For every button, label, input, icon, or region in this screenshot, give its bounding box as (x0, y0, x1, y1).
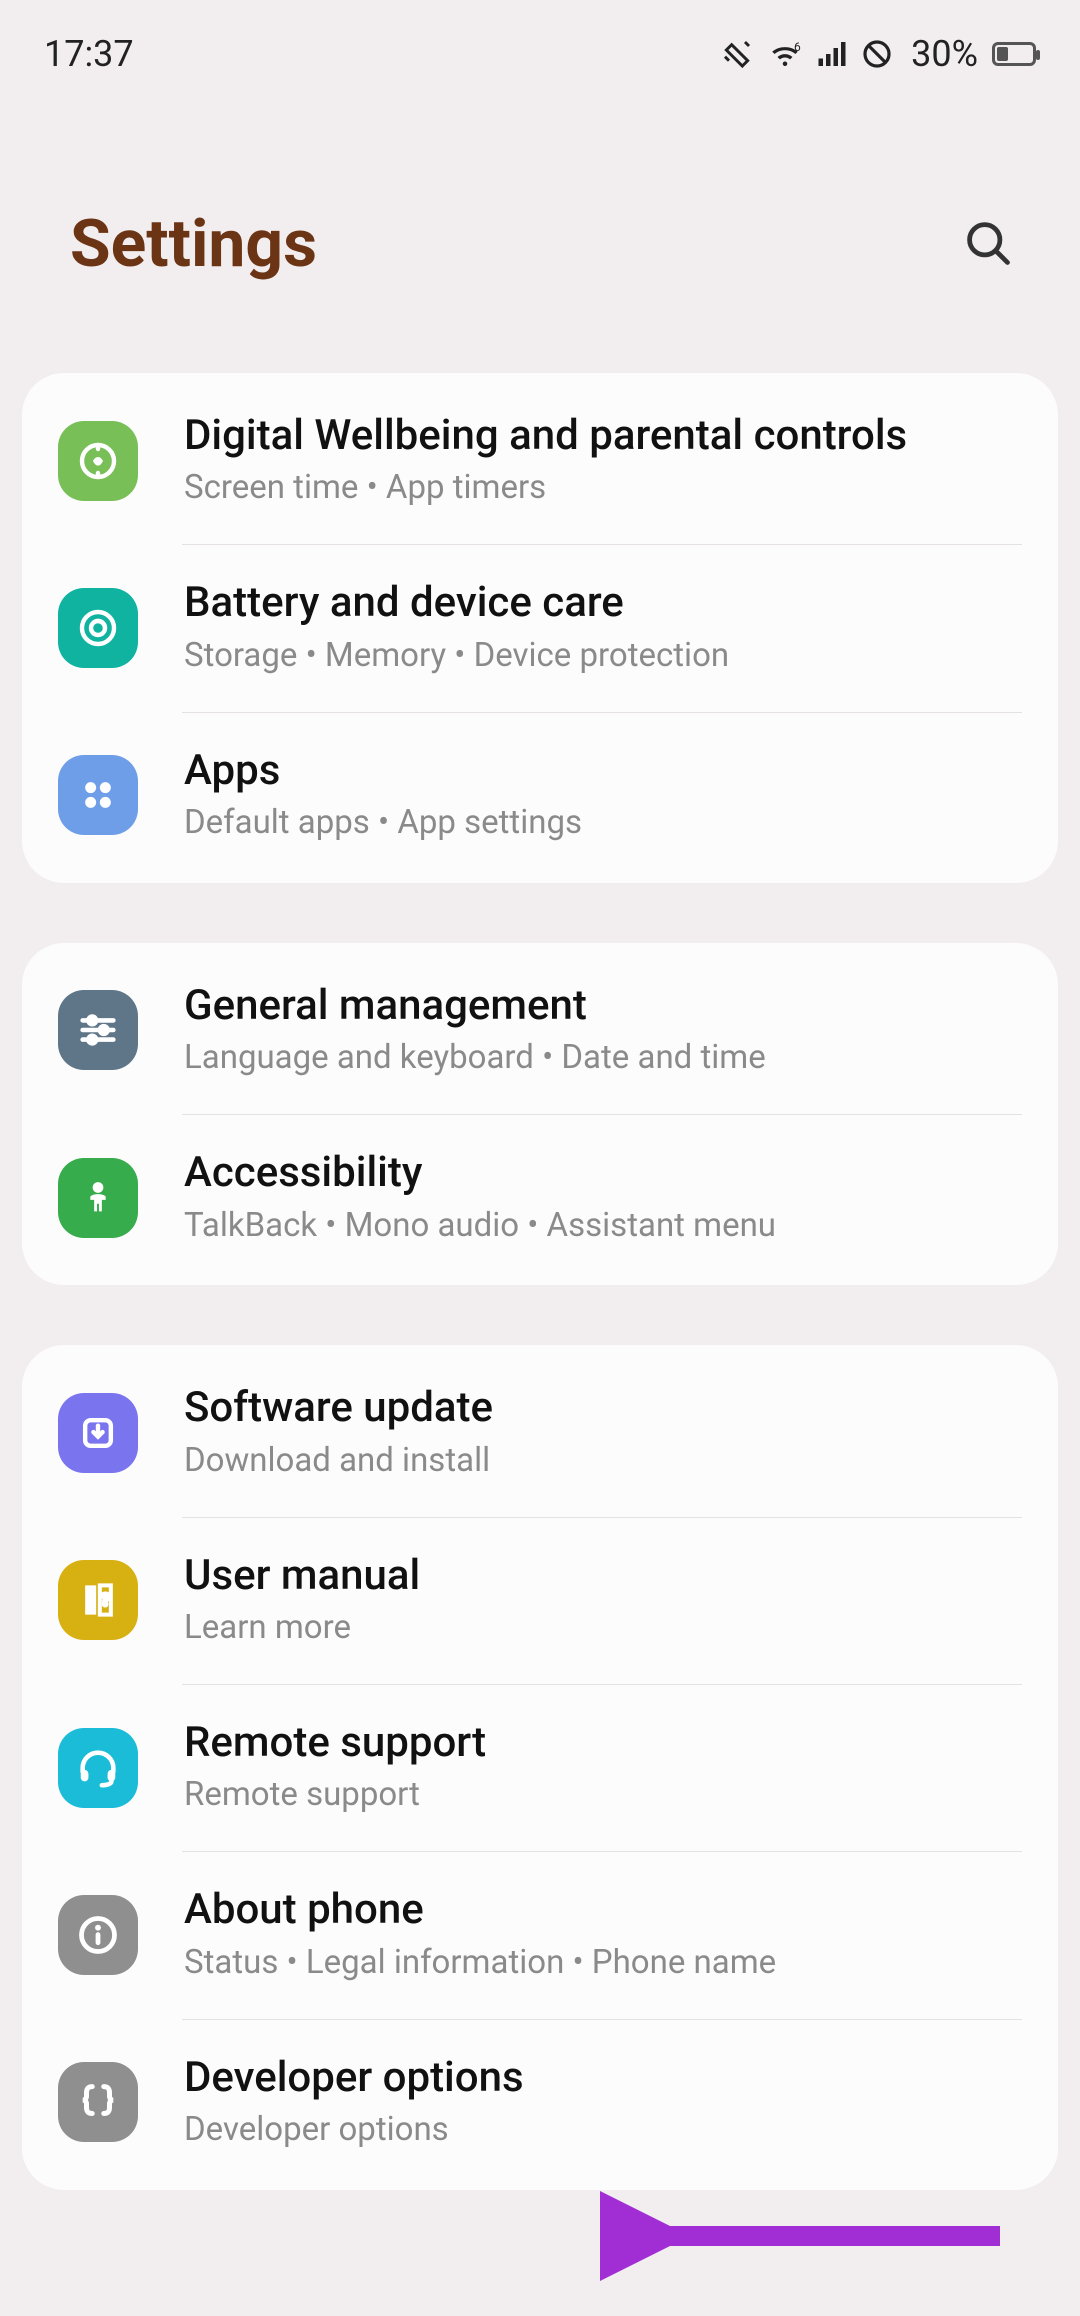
settings-item-subtitle: Language and keyboard • Date and time (184, 1037, 1022, 1080)
settings-item-title: User manual (184, 1551, 1022, 1601)
settings-item-subtitle: Download and install (184, 1440, 1022, 1483)
settings-item-title: Battery and device care (184, 578, 1022, 628)
settings-item-title: General management (184, 981, 1022, 1031)
annotation-arrow (600, 2186, 1020, 2290)
settings-item-subtitle: Screen time • App timers (184, 467, 1022, 510)
wellbeing-icon (58, 421, 138, 501)
headset-icon (58, 1728, 138, 1808)
dnd-icon (861, 38, 893, 70)
clock: 17:37 (44, 33, 134, 75)
settings-item-title: Remote support (184, 1718, 1022, 1768)
svg-text:?: ? (101, 1592, 109, 1611)
settings-item-title: Accessibility (184, 1148, 1022, 1198)
settings-item-remote-support[interactable]: Remote support Remote support (22, 1684, 1058, 1851)
settings-item-subtitle: Remote support (184, 1774, 1022, 1817)
settings-item-subtitle: Storage • Memory • Device protection (184, 635, 1022, 678)
book-icon: ? (58, 1560, 138, 1640)
settings-item-digital-wellbeing[interactable]: Digital Wellbeing and parental controls S… (22, 377, 1058, 544)
settings-item-subtitle: Learn more (184, 1607, 1022, 1650)
status-bar: 17:37 6 30% (0, 0, 1080, 96)
settings-item-title: Apps (184, 746, 1022, 796)
settings-item-subtitle: TalkBack • Mono audio • Assistant menu (184, 1205, 1022, 1248)
settings-item-software-update[interactable]: Software update Download and install (22, 1349, 1058, 1516)
battery-percentage: 30% (911, 33, 978, 75)
settings-item-subtitle: Default apps • App settings (184, 802, 1022, 845)
page-title: Settings (70, 206, 317, 283)
settings-item-apps[interactable]: Apps Default apps • App settings (22, 712, 1058, 879)
header: Settings (0, 96, 1080, 373)
search-icon (962, 217, 1014, 272)
update-icon (58, 1393, 138, 1473)
settings-item-about-phone[interactable]: About phone Status • Legal information • … (22, 1851, 1058, 2018)
settings-group: Software update Download and install? User… (22, 1345, 1058, 2189)
sliders-icon (58, 990, 138, 1070)
signal-icon (817, 40, 847, 68)
wifi-icon: 6 (767, 39, 803, 69)
settings-item-subtitle: Status • Legal information • Phone name (184, 1942, 1022, 1985)
settings-item-general-management[interactable]: General management Language and keyboard … (22, 947, 1058, 1114)
svg-text:6: 6 (794, 40, 801, 54)
braces-icon (58, 2062, 138, 2142)
info-icon (58, 1895, 138, 1975)
settings-item-accessibility[interactable]: Accessibility TalkBack • Mono audio • Ass… (22, 1114, 1058, 1281)
apps-icon (58, 755, 138, 835)
settings-group: General management Language and keyboard … (22, 943, 1058, 1286)
settings-item-title: Digital Wellbeing and parental controls (184, 411, 1022, 461)
status-icons: 6 30% (721, 33, 1036, 75)
settings-item-battery-device-care[interactable]: Battery and device care Storage • Memory … (22, 544, 1058, 711)
settings-item-title: Software update (184, 1383, 1022, 1433)
person-icon (58, 1158, 138, 1238)
device-care-icon (58, 588, 138, 668)
battery-icon (992, 42, 1036, 66)
settings-item-developer-options[interactable]: Developer options Developer options (22, 2019, 1058, 2186)
settings-item-user-manual[interactable]: ? User manual Learn more (22, 1517, 1058, 1684)
search-button[interactable] (958, 215, 1018, 275)
settings-item-subtitle: Developer options (184, 2109, 1022, 2152)
settings-item-title: About phone (184, 1885, 1022, 1935)
settings-group: Digital Wellbeing and parental controls S… (22, 373, 1058, 883)
settings-item-title: Developer options (184, 2053, 1022, 2103)
vibrate-icon (721, 38, 753, 70)
